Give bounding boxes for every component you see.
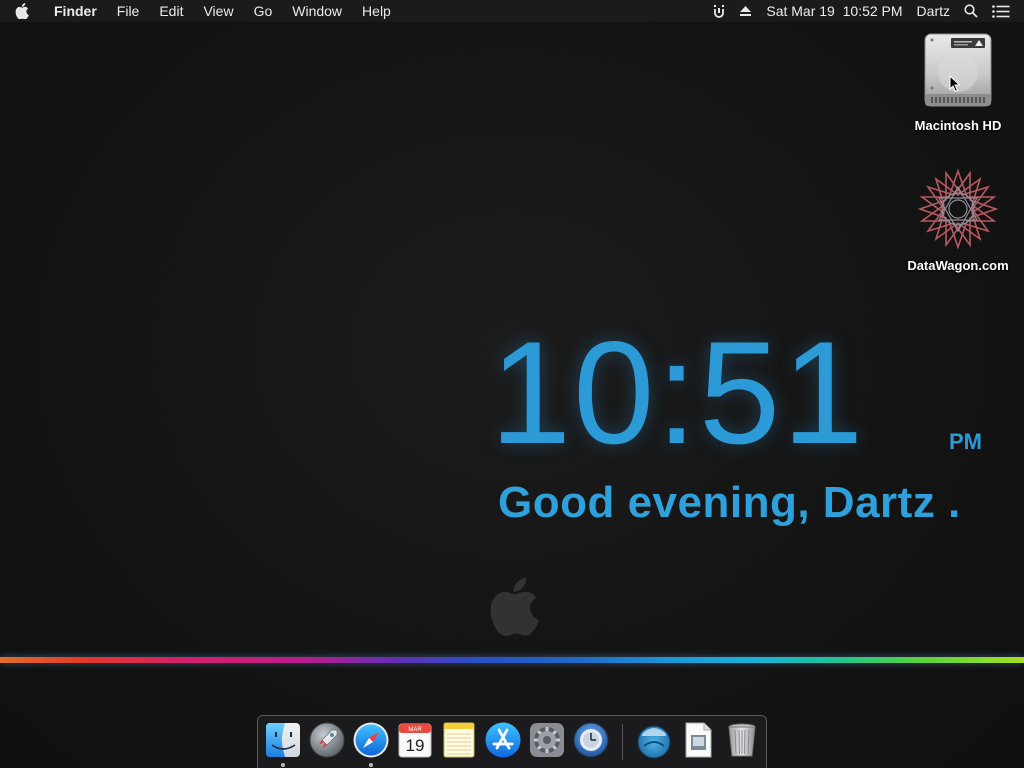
notification-center-button[interactable] [985, 0, 1024, 22]
calendar-day: 19 [406, 736, 425, 755]
dock-launchpad[interactable] [307, 720, 347, 760]
menu-help[interactable]: Help [352, 0, 401, 22]
dock-separator [622, 724, 623, 760]
trash-icon [728, 723, 756, 757]
clock-time: 10:51 [490, 311, 866, 474]
menu-bar-left: Finder File Edit View Go Window Help [0, 0, 401, 22]
spotlight-search-icon [964, 4, 978, 18]
dock-trash[interactable] [722, 720, 762, 760]
greeting-text: Good evening, Dartz . [498, 478, 961, 527]
time-machine-icon [573, 722, 609, 758]
menu-edit[interactable]: Edit [149, 0, 193, 22]
calendar-icon: MAR 19 [398, 723, 432, 758]
mouse-cursor-icon [949, 75, 961, 93]
apple-logo-icon [15, 3, 29, 19]
menu-finder[interactable]: Finder [44, 0, 107, 22]
menu-bar-status-area: Sat Mar 19 10:52 PM Dartz [706, 0, 1024, 22]
dock-preview[interactable] [678, 720, 718, 760]
dock-finder[interactable] [263, 720, 303, 760]
clock-widget: 10:51 PM Good evening, Dartz . [490, 318, 1000, 538]
dock-notes[interactable] [439, 720, 479, 760]
eject-icon [740, 6, 752, 16]
star-mandala-icon [917, 168, 999, 250]
touch-extension-menu[interactable] [706, 0, 732, 22]
desktop-icon-label: DataWagon.com [907, 258, 1009, 273]
menu-window[interactable]: Window [282, 0, 352, 22]
apple-watermark-icon [490, 577, 539, 636]
system-preferences-icon [530, 723, 564, 757]
dock-app-store[interactable] [483, 720, 523, 760]
user-menu[interactable]: Dartz [910, 0, 957, 22]
finder-icon [266, 723, 300, 757]
safari-icon [353, 722, 389, 758]
menu-view[interactable]: View [193, 0, 243, 22]
dock: MAR 19 [257, 715, 767, 768]
dock-system-preferences[interactable] [527, 720, 567, 760]
rainbow-decoration-bar [0, 657, 1024, 663]
hard-drive-icon [924, 33, 992, 107]
dock-time-machine[interactable] [571, 720, 611, 760]
notification-center-icon [992, 4, 1010, 18]
dock-calendar[interactable]: MAR 19 [395, 720, 435, 760]
app-store-icon [485, 722, 521, 758]
clock-ampm: PM [949, 429, 982, 454]
clock-menu[interactable]: Sat Mar 19 10:52 PM [759, 0, 909, 22]
dock-downloads[interactable] [634, 720, 674, 760]
desktop[interactable]: Finder File Edit View Go Window Help Sat… [0, 0, 1024, 768]
apple-menu[interactable] [0, 0, 44, 22]
desktop-icon-label: Macintosh HD [914, 118, 1002, 133]
touch-extension-icon [714, 5, 725, 18]
downloads-folder-icon [637, 725, 671, 759]
preview-document-icon [685, 722, 712, 758]
running-indicator [369, 763, 373, 767]
launchpad-icon [309, 722, 345, 758]
calendar-month: MAR [408, 727, 422, 733]
desktop-icon-datawagon[interactable]: DataWagon.com [898, 168, 1018, 273]
dock-safari[interactable] [351, 720, 391, 760]
menu-bar: Finder File Edit View Go Window Help Sat… [0, 0, 1024, 22]
running-indicator [281, 763, 285, 767]
menu-go[interactable]: Go [244, 0, 283, 22]
notes-icon [443, 722, 475, 758]
eject-menu[interactable] [732, 0, 759, 22]
menu-file[interactable]: File [107, 0, 150, 22]
spotlight-button[interactable] [957, 0, 985, 22]
